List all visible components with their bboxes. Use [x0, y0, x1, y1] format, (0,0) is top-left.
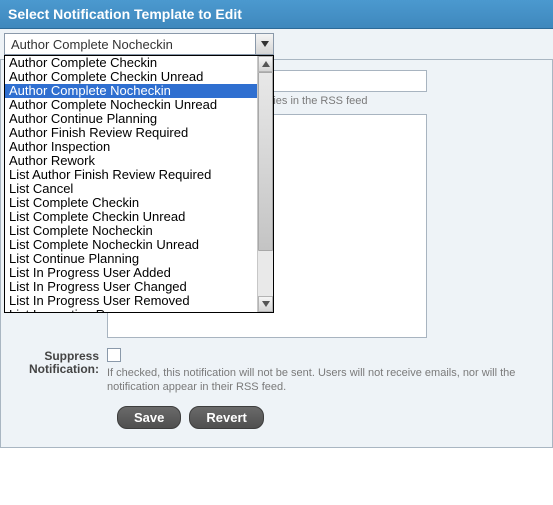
suppress-row: Suppress Notification: If checked, this …	[11, 348, 542, 394]
dropdown-option[interactable]: List In Progress User Added	[5, 266, 257, 280]
template-select-row: Author Complete Nocheckin Author Complet…	[0, 29, 553, 60]
suppress-label: Suppress Notification:	[11, 348, 107, 394]
dropdown-option[interactable]: Author Inspection	[5, 140, 257, 154]
dropdown-option[interactable]: List Complete Nocheckin Unread	[5, 238, 257, 252]
dropdown-option[interactable]: List Cancel	[5, 182, 257, 196]
scroll-thumb[interactable]	[258, 72, 273, 251]
dropdown-option[interactable]: Author Complete Checkin Unread	[5, 70, 257, 84]
suppress-label-line2: Notification:	[29, 362, 99, 376]
dialog-title: Select Notification Template to Edit	[8, 6, 242, 22]
dropdown-option[interactable]: List Complete Nocheckin	[5, 224, 257, 238]
suppress-label-line1: Suppress	[44, 349, 99, 363]
dropdown-option[interactable]: Author Complete Checkin	[5, 56, 257, 70]
dropdown-option[interactable]: List Complete Checkin Unread	[5, 210, 257, 224]
dropdown-option[interactable]: List Author Finish Review Required	[5, 168, 257, 182]
scroll-track[interactable]	[258, 72, 273, 296]
dropdown-option[interactable]: List In Progress User Changed	[5, 280, 257, 294]
dropdown-option[interactable]: List Inspection Resume	[5, 308, 257, 312]
save-button[interactable]: Save	[117, 406, 181, 429]
suppress-checkbox[interactable]	[107, 348, 121, 362]
scroll-up-button[interactable]	[258, 56, 273, 72]
revert-button[interactable]: Revert	[189, 406, 263, 429]
template-dropdown: Author Complete CheckinAuthor Complete C…	[4, 55, 274, 313]
template-dropdown-list: Author Complete CheckinAuthor Complete C…	[5, 56, 257, 312]
dropdown-option[interactable]: Author Complete Nocheckin Unread	[5, 98, 257, 112]
dropdown-arrow-icon[interactable]	[255, 34, 273, 54]
dropdown-option[interactable]: List Complete Checkin	[5, 196, 257, 210]
dropdown-option[interactable]: List Continue Planning	[5, 252, 257, 266]
dropdown-option[interactable]: Author Finish Review Required	[5, 126, 257, 140]
dropdown-option[interactable]: Author Complete Nocheckin	[5, 84, 257, 98]
button-row: Save Revert	[11, 406, 542, 429]
template-select[interactable]: Author Complete Nocheckin	[4, 33, 274, 55]
dropdown-option[interactable]: Author Rework	[5, 154, 257, 168]
dropdown-scrollbar[interactable]	[257, 56, 273, 312]
suppress-helper: If checked, this notification will not b…	[107, 366, 542, 394]
dialog-header: Select Notification Template to Edit	[0, 0, 553, 29]
scroll-down-button[interactable]	[258, 296, 273, 312]
dropdown-option[interactable]: Author Continue Planning	[5, 112, 257, 126]
template-select-value: Author Complete Nocheckin	[11, 37, 173, 52]
dropdown-option[interactable]: List In Progress User Removed	[5, 294, 257, 308]
